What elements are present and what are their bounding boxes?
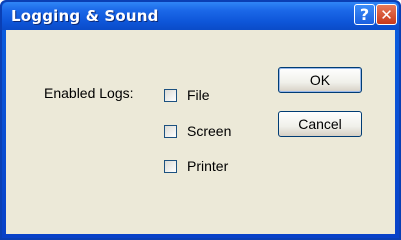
screen-checkbox-row[interactable]: Screen — [164, 123, 231, 139]
dialog-window: Logging & Sound ? ✕ Enabled Logs: File S… — [0, 0, 401, 240]
close-button[interactable]: ✕ — [376, 4, 397, 25]
file-checkbox-label[interactable]: File — [187, 87, 210, 103]
title-bar[interactable]: Logging & Sound ? ✕ — [2, 2, 399, 30]
printer-checkbox-label[interactable]: Printer — [187, 158, 228, 174]
window-title: Logging & Sound — [11, 7, 159, 25]
help-button[interactable]: ? — [354, 4, 375, 25]
help-icon: ? — [359, 5, 370, 24]
printer-checkbox[interactable] — [164, 159, 177, 173]
screen-checkbox[interactable] — [164, 124, 177, 138]
dialog-body: Enabled Logs: File Screen Printer OK Can… — [6, 30, 395, 234]
printer-checkbox-row[interactable]: Printer — [164, 158, 228, 174]
screen-checkbox-label[interactable]: Screen — [187, 123, 231, 139]
enabled-logs-label: Enabled Logs: — [44, 85, 134, 101]
file-checkbox[interactable] — [164, 88, 177, 102]
ok-button[interactable]: OK — [278, 67, 362, 93]
close-icon: ✕ — [380, 5, 393, 24]
cancel-button[interactable]: Cancel — [278, 111, 362, 137]
file-checkbox-row[interactable]: File — [164, 87, 210, 103]
